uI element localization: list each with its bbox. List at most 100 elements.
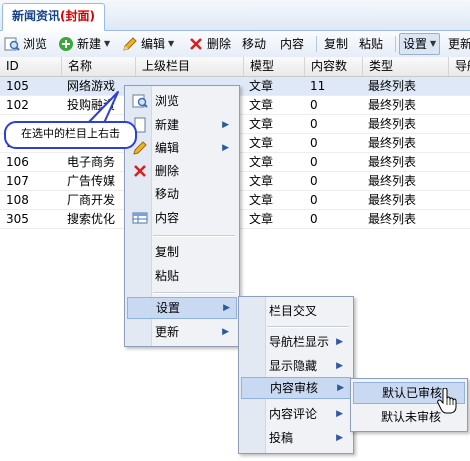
cell-count: 0 (310, 212, 318, 226)
menu-item-submission[interactable]: 投稿 ▶ (241, 427, 349, 449)
column-header-name[interactable]: 名称 (61, 57, 136, 76)
cell-count: 0 (310, 98, 318, 112)
browse-icon (4, 36, 20, 52)
column-header-count[interactable]: 内容数 (304, 57, 363, 76)
chevron-down-icon: ▼ (430, 39, 437, 48)
menu-item-new[interactable]: 新建 ▶ (127, 114, 235, 136)
menu-item-label: 投稿 (269, 431, 294, 445)
delete-label: 删除 (207, 37, 232, 51)
settings-button[interactable]: 设置 ▼ (399, 33, 441, 55)
cell-id: 108 (6, 193, 29, 207)
menu-item-nav-display[interactable]: 导航栏显示 ▶ (241, 331, 349, 353)
menu-item-cross[interactable]: 栏目交叉 (241, 300, 349, 322)
cell-id: 106 (6, 155, 29, 169)
menu-item-label: 默认已审核 (382, 386, 443, 400)
menu-item-content-comment[interactable]: 内容评论 ▶ (241, 403, 349, 425)
copy-button[interactable]: 复制 (324, 34, 348, 54)
delete-x-icon (132, 163, 148, 179)
new-button[interactable]: 新建 ▼ (58, 34, 110, 54)
submenu-arrow-icon: ▶ (336, 409, 343, 419)
add-icon (58, 36, 74, 52)
browse-label: 浏览 (23, 37, 48, 51)
menu-item-paste[interactable]: 粘贴 (127, 265, 235, 287)
menu-item-edit[interactable]: 编辑 ▶ (127, 137, 235, 159)
content-button[interactable]: 内容 (280, 34, 304, 54)
menu-item-label: 新建 (155, 118, 180, 132)
menu-item-update[interactable]: 更新 ▶ (127, 321, 235, 343)
cell-count: 0 (310, 136, 318, 150)
update-button[interactable]: 更新 (448, 34, 470, 54)
submenu-arrow-icon: ▶ (337, 383, 344, 393)
delete-button[interactable]: 删除 (188, 34, 231, 54)
submenu-arrow-icon: ▶ (336, 361, 343, 371)
menu-item-label: 内容 (155, 211, 180, 225)
submenu-arrow-icon: ▶ (222, 327, 229, 337)
menu-item-browse[interactable]: 浏览 (127, 90, 235, 112)
edit-label: 编辑 (141, 37, 166, 51)
cell-model: 文章 (249, 117, 274, 131)
menu-item-label: 删除 (155, 164, 180, 178)
menu-item-label: 默认未审核 (381, 410, 442, 424)
cell-model: 文章 (249, 136, 274, 150)
submenu-arrow-icon: ▶ (222, 143, 229, 153)
menu-item-label: 设置 (156, 301, 181, 315)
cell-model: 文章 (249, 79, 274, 93)
grid-header: ID 名称 上级栏目 模型 内容数 类型 导航 (0, 57, 470, 77)
cell-id: 305 (6, 212, 29, 226)
cell-type: 最终列表 (368, 136, 417, 150)
cell-type: 最终列表 (368, 174, 417, 188)
menu-item-label: 移动 (155, 187, 180, 201)
column-header-nav[interactable]: 导航 (448, 57, 470, 76)
move-button[interactable]: 移动 (242, 34, 266, 54)
column-header-parent[interactable]: 上级栏目 (135, 57, 244, 76)
column-header-type[interactable]: 类型 (362, 57, 449, 76)
column-header-model[interactable]: 模型 (243, 57, 305, 76)
column-header-id[interactable]: ID (0, 57, 61, 76)
menu-item-label: 复制 (155, 245, 180, 259)
cell-count: 11 (310, 79, 326, 93)
cell-count: 0 (310, 174, 318, 188)
content-label: 内容 (280, 37, 305, 51)
tab-subtitle-close: ) (89, 9, 95, 23)
tab-news-cover[interactable]: 新闻资讯(封面) (2, 3, 105, 31)
cell-type: 最终列表 (368, 79, 417, 93)
settings-submenu: 栏目交叉 导航栏显示 ▶ 显示隐藏 ▶ 内容审核 ▶ 内容评论 ▶ 投稿 ▶ (238, 296, 354, 454)
menu-item-content-review[interactable]: 内容审核 ▶ (241, 377, 351, 399)
menu-item-label: 导航栏显示 (269, 335, 330, 349)
toolbar-divider (395, 36, 396, 52)
menu-item-move[interactable]: 移动 (127, 183, 235, 205)
menu-item-content[interactable]: 内容 (127, 207, 235, 229)
cell-id: 105 (6, 79, 29, 93)
browse-button[interactable]: 浏览 (4, 34, 47, 54)
menu-item-label: 浏览 (155, 94, 180, 108)
cell-model: 文章 (249, 98, 274, 112)
tab-subtitle: 封面 (65, 9, 90, 23)
cell-type: 最终列表 (368, 98, 417, 112)
menu-item-show-hide[interactable]: 显示隐藏 ▶ (241, 355, 349, 377)
pencil-icon (122, 36, 138, 52)
new-label: 新建 (77, 37, 102, 51)
cell-type: 最终列表 (368, 212, 417, 226)
toolbar-divider (316, 36, 317, 52)
cell-type: 最终列表 (368, 155, 417, 169)
table-icon (132, 210, 148, 226)
submenu-arrow-icon: ▶ (223, 303, 230, 313)
menu-separator (153, 235, 235, 237)
app-window: 新闻资讯(封面) 浏览 新建 ▼ 编辑 ▼ 删除 移动 内容 复制 粘贴 设置 … (0, 0, 470, 461)
cell-model: 文章 (249, 193, 274, 207)
move-label: 移动 (242, 37, 267, 51)
edit-button[interactable]: 编辑 ▼ (122, 34, 174, 54)
hand-cursor-icon (437, 388, 457, 414)
tab-strip: 新闻资讯(封面) (0, 0, 470, 31)
menu-separator (267, 326, 349, 328)
cell-model: 文章 (249, 212, 274, 226)
menu-item-settings[interactable]: 设置 ▶ (127, 297, 237, 319)
paste-label: 粘贴 (359, 37, 384, 51)
delete-x-icon (188, 36, 204, 52)
paste-button[interactable]: 粘贴 (359, 34, 383, 54)
menu-item-label: 栏目交叉 (269, 304, 318, 318)
submenu-arrow-icon: ▶ (222, 120, 229, 130)
menu-item-copy[interactable]: 复制 (127, 241, 235, 263)
cell-count: 0 (310, 155, 318, 169)
menu-item-delete[interactable]: 删除 (127, 160, 235, 182)
